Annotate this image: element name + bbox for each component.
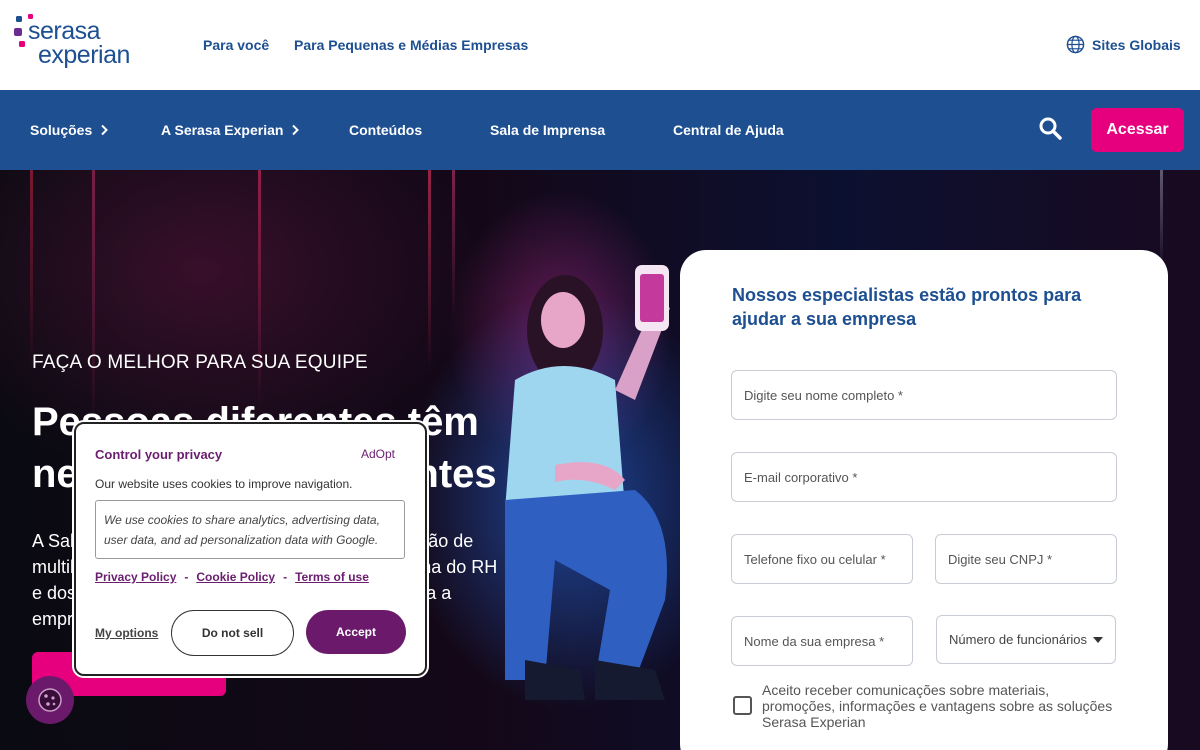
employees-select-value: Número de funcionários (949, 632, 1088, 647)
nav-item-solucoes[interactable]: Soluções (30, 122, 109, 138)
chevron-right-icon (292, 124, 300, 136)
hero-kicker: FAÇA O MELHOR PARA SUA EQUIPE (32, 352, 368, 373)
cookie-policy-links: Privacy Policy - Cookie Policy - Terms o… (95, 570, 369, 584)
light-beam (452, 170, 455, 320)
cookie-settings-button[interactable] (26, 676, 74, 724)
acessar-button[interactable]: Acessar (1091, 108, 1184, 152)
email-field[interactable] (731, 452, 1117, 502)
light-beam (258, 170, 261, 410)
nav-item-label: Sala de Imprensa (490, 122, 606, 138)
terms-of-use-link[interactable]: Terms of use (295, 570, 369, 584)
nav-item-label: A Serasa Experian (161, 122, 284, 138)
nav-item-central-de-ajuda[interactable]: Central de Ajuda (673, 122, 784, 138)
light-beam (1160, 170, 1163, 270)
caret-down-icon (1093, 637, 1103, 643)
chevron-right-icon (101, 124, 109, 136)
logo-word-experian: experian (38, 41, 130, 69)
nav-item-label: Soluções (30, 122, 93, 138)
light-beam (92, 170, 95, 430)
consent-checkbox[interactable] (733, 696, 752, 715)
cookie-dialog-title: Control your privacy (95, 447, 223, 462)
search-icon[interactable] (1038, 116, 1064, 142)
link-pme[interactable]: Para Pequenas e Médias Empresas (294, 37, 528, 53)
nav-item-conteudos[interactable]: Conteúdos (349, 122, 422, 138)
company-name-field[interactable] (731, 616, 913, 666)
link-separator: - (283, 570, 288, 584)
link-separator: - (184, 570, 189, 584)
light-beam (30, 170, 33, 370)
light-beam (428, 170, 431, 370)
adopt-brand-link[interactable]: AdOpt (361, 447, 395, 461)
my-options-link[interactable]: My options (95, 626, 158, 640)
employees-select[interactable]: Número de funcionários (936, 615, 1116, 664)
consent-label: Aceito receber comunicações sobre materi… (762, 682, 1113, 730)
cookie-policy-link[interactable]: Cookie Policy (196, 570, 275, 584)
link-sites-globais[interactable]: Sites Globais (1092, 37, 1181, 53)
serasa-experian-logo[interactable]: serasa experian (14, 14, 144, 74)
top-bar: serasa experian Para você Para Pequenas … (0, 0, 1200, 90)
main-nav: Soluções A Serasa Experian Conteúdos Sal… (0, 90, 1200, 170)
cookie-icon (38, 688, 62, 712)
hero-person-image (505, 265, 670, 700)
cookie-consent-dialog: Control your privacy AdOpt Our website u… (74, 422, 427, 676)
nav-item-sala-de-imprensa[interactable]: Sala de Imprensa (490, 122, 605, 138)
lead-form-card: Nossos especialistas estão prontos para … (680, 250, 1168, 750)
phone-field[interactable] (731, 534, 913, 584)
link-para-voce[interactable]: Para você (203, 37, 269, 53)
cnpj-field[interactable] (935, 534, 1117, 584)
full-name-field[interactable] (731, 370, 1117, 420)
do-not-sell-button[interactable]: Do not sell (171, 610, 294, 656)
cookie-details: We use cookies to share analytics, adver… (95, 500, 405, 559)
nav-item-a-serasa-experian[interactable]: A Serasa Experian (161, 122, 300, 138)
form-title: Nossos especialistas estão prontos para … (732, 285, 1082, 329)
nav-item-label: Conteúdos (349, 122, 423, 138)
nav-item-label: Central de Ajuda (673, 122, 784, 138)
cookie-description: Our website uses cookies to improve navi… (95, 477, 353, 491)
accept-cookies-button[interactable]: Accept (306, 610, 406, 654)
globe-icon[interactable] (1066, 35, 1085, 54)
privacy-policy-link[interactable]: Privacy Policy (95, 570, 176, 584)
